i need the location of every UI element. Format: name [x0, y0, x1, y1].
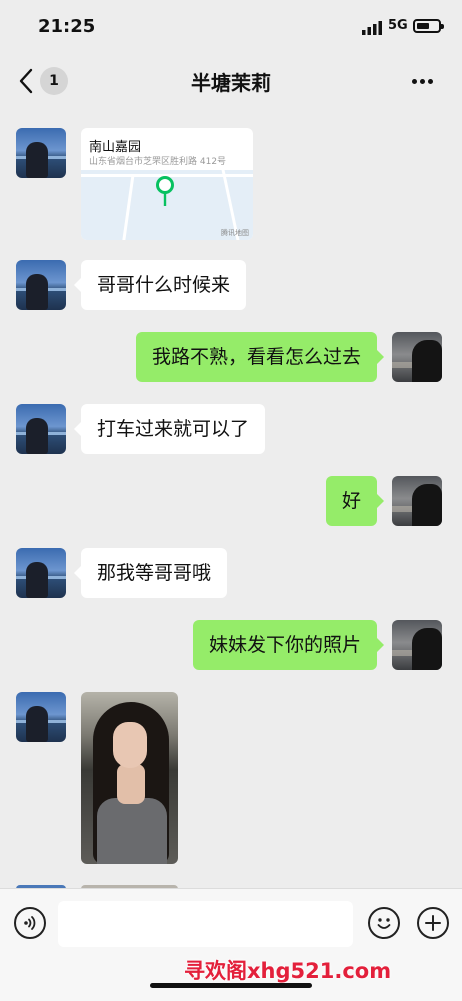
signal-icon — [362, 21, 382, 35]
status-time: 21:25 — [38, 16, 96, 37]
location-address: 山东省烟台市芝罘区胜利路 412号 — [89, 157, 227, 167]
received-message[interactable]: 那我等哥哥哦 — [73, 548, 228, 598]
home-indicator[interactable] — [150, 983, 312, 988]
more-options-icon[interactable] — [412, 79, 442, 87]
voice-input-button[interactable] — [14, 907, 46, 939]
contact-avatar[interactable] — [16, 548, 66, 598]
status-bar: 21:25 5G — [0, 0, 462, 50]
voice-icon — [24, 916, 36, 930]
map-preview: 腾讯地图 — [81, 170, 253, 240]
contact-avatar[interactable] — [16, 128, 66, 178]
message-input[interactable] — [58, 901, 353, 947]
received-message[interactable]: 打车过来就可以了 — [73, 404, 266, 454]
map-brand-label: 腾讯地图 — [221, 229, 249, 237]
my-avatar[interactable] — [392, 476, 442, 526]
sent-message[interactable]: 好 — [325, 476, 385, 526]
network-label: 5G — [388, 18, 408, 33]
chat-title: 半塘茉莉 — [191, 71, 271, 95]
chat-header: 1 半塘茉莉 — [0, 55, 462, 107]
my-avatar[interactable] — [392, 332, 442, 382]
photo-message[interactable] — [81, 692, 178, 864]
contact-avatar[interactable] — [16, 692, 66, 742]
location-card[interactable]: 南山嘉园 山东省烟台市芝罘区胜利路 412号 腾讯地图 — [81, 128, 253, 240]
emoji-button[interactable] — [368, 907, 400, 939]
sent-message[interactable]: 妹妹发下你的照片 — [192, 620, 385, 670]
contact-avatar[interactable] — [16, 260, 66, 310]
plus-icon — [425, 915, 441, 931]
contact-avatar[interactable] — [16, 404, 66, 454]
location-name: 南山嘉园 — [89, 140, 142, 155]
more-actions-button[interactable] — [417, 907, 449, 939]
received-message[interactable]: 哥哥什么时候来 — [73, 260, 247, 310]
input-bar: 寻欢阁xhg521.com — [0, 888, 462, 1001]
battery-icon — [413, 19, 444, 33]
watermark-text: 寻欢阁xhg521.com — [184, 959, 392, 983]
smiley-icon — [377, 918, 391, 929]
my-avatar[interactable] — [392, 620, 442, 670]
message-list[interactable]: 南山嘉园 山东省烟台市芝罘区胜利路 412号 腾讯地图 哥哥什么时候来 我路不熟… — [0, 110, 462, 888]
map-pin-icon — [156, 176, 174, 206]
sent-message[interactable]: 我路不熟，看看怎么过去 — [135, 332, 385, 382]
